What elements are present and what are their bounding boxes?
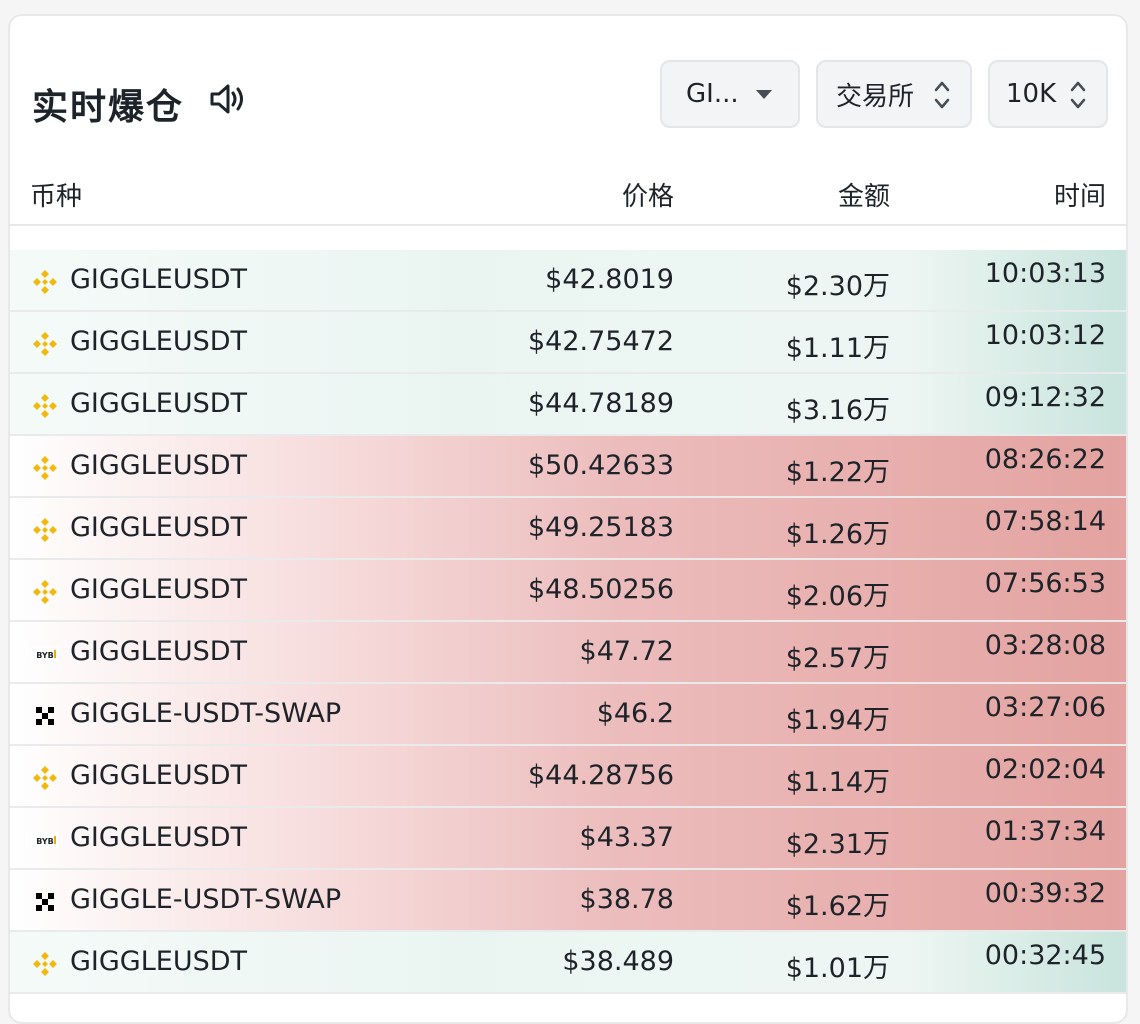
row-amount: $1.11万 [785,333,890,364]
row-time: 07:56:53 [984,568,1106,599]
table-row[interactable]: GIGGLEUSDT $44.28756 $1.14万 02:02:04 [10,746,1126,808]
row-price: $44.28756 [527,760,674,791]
column-header-price: 价格 [621,182,674,212]
binance-icon [30,453,60,481]
table-row[interactable]: GIGGLEUSDT $44.78189 $3.16万 09:12:32 [10,374,1126,436]
coin-filter-label: GI... [686,79,739,109]
row-amount: $1.26万 [785,519,890,550]
okx-icon [30,701,60,729]
table-header: 币种 价格 金额 时间 [10,166,1126,226]
table-row[interactable]: BYB GIGGLEUSDT $43.37 $2.31万 01:37:34 [10,808,1126,870]
row-time: 08:26:22 [984,444,1106,475]
table-row[interactable]: GIGGLEUSDT $49.25183 $1.26万 07:58:14 [10,498,1126,560]
coin-filter-dropdown[interactable]: GI... [660,60,800,128]
exchange-filter-label: 交易所 [836,81,915,112]
row-time: 00:39:32 [984,878,1106,909]
card-header: 实时爆仓 GI... 交易所 10K [10,16,1126,166]
row-time: 00:32:45 [984,940,1106,971]
table-row[interactable]: GIGGLEUSDT $42.8019 $2.30万 10:03:13 [10,250,1126,312]
row-price: $42.8019 [545,264,674,295]
svg-text:BYB: BYB [36,651,54,660]
row-symbol: GIGGLEUSDT [70,512,248,543]
row-price: $42.75472 [527,326,674,357]
row-amount: $1.01万 [785,953,890,984]
column-header-amount: 金额 [837,182,890,212]
row-symbol: GIGGLEUSDT [70,264,248,295]
row-symbol: GIGGLE-USDT-SWAP [70,884,342,915]
table-row[interactable]: GIGGLEUSDT $38.489 $1.01万 00:32:45 [10,932,1126,994]
row-time: 10:03:12 [984,320,1106,351]
row-symbol: GIGGLEUSDT [70,326,248,357]
row-time: 09:12:32 [984,382,1106,413]
table-row[interactable]: GIGGLEUSDT $50.42633 $1.22万 08:26:22 [10,436,1126,498]
row-time: 07:58:14 [984,506,1106,537]
row-amount: $2.06万 [785,581,890,612]
binance-icon [30,949,60,977]
column-header-coin: 币种 [30,182,83,212]
row-time: 03:28:08 [984,630,1106,661]
binance-icon [30,763,60,791]
column-header-time: 时间 [1053,182,1106,212]
row-symbol: GIGGLE-USDT-SWAP [70,698,342,729]
row-symbol: GIGGLEUSDT [70,450,248,481]
binance-icon [30,267,60,295]
table-row[interactable]: BYB GIGGLEUSDT $47.72 $2.57万 03:28:08 [10,622,1126,684]
row-time: 02:02:04 [984,754,1106,785]
row-time: 01:37:34 [984,816,1106,847]
page-title: 实时爆仓 [32,87,185,128]
row-amount: $3.16万 [785,395,890,426]
row-amount: $1.94万 [785,705,890,736]
row-price: $38.78 [579,884,674,915]
row-symbol: GIGGLEUSDT [70,822,248,853]
bybit-icon: BYB [30,639,60,667]
caret-down-icon [756,90,772,99]
row-time: 10:03:13 [984,258,1106,289]
row-amount: $2.30万 [785,271,890,302]
okx-icon [30,887,60,915]
amount-filter-select[interactable]: 10K [988,60,1108,128]
exchange-filter-select[interactable]: 交易所 [816,60,972,128]
row-amount: $2.57万 [785,643,890,674]
row-price: $44.78189 [527,388,674,419]
row-price: $48.50256 [527,574,674,605]
row-amount: $1.22万 [785,457,890,488]
binance-icon [30,329,60,357]
table-row[interactable]: GIGGLEUSDT $42.75472 $1.11万 10:03:12 [10,312,1126,374]
row-symbol: GIGGLEUSDT [70,636,248,667]
row-price: $50.42633 [527,450,674,481]
table-row[interactable]: GIGGLE-USDT-SWAP $38.78 $1.62万 00:39:32 [10,870,1126,932]
row-price: $46.2 [596,698,674,729]
row-amount: $1.14万 [785,767,890,798]
bybit-icon: BYB [30,825,60,853]
row-symbol: GIGGLEUSDT [70,946,248,977]
row-symbol: GIGGLEUSDT [70,388,248,419]
row-symbol: GIGGLEUSDT [70,574,248,605]
row-price: $43.37 [579,822,674,853]
binance-icon [30,391,60,419]
binance-icon [30,577,60,605]
liquidation-card: 实时爆仓 GI... 交易所 10K 币种 价格 金额 时间 GIGGLEUSD… [8,14,1128,1024]
row-time: 03:27:06 [984,692,1106,723]
row-price: $49.25183 [527,512,674,543]
row-symbol: GIGGLEUSDT [70,760,248,791]
liquidation-list: GIGGLEUSDT $42.8019 $2.30万 10:03:13 GIGGLEUS… [10,250,1126,994]
row-amount: $2.31万 [785,829,890,860]
sort-updown-icon [934,81,950,109]
binance-icon [30,515,60,543]
svg-text:BYB: BYB [36,837,54,846]
table-row[interactable]: GIGGLEUSDT $48.50256 $2.06万 07:56:53 [10,560,1126,622]
table-row[interactable]: GIGGLE-USDT-SWAP $46.2 $1.94万 03:27:06 [10,684,1126,746]
row-price: $38.489 [562,946,674,977]
row-price: $47.72 [579,636,674,667]
sort-updown-icon [1070,81,1086,109]
amount-filter-label: 10K [1006,79,1057,109]
speaker-icon[interactable] [208,80,246,118]
row-amount: $1.62万 [785,891,890,922]
